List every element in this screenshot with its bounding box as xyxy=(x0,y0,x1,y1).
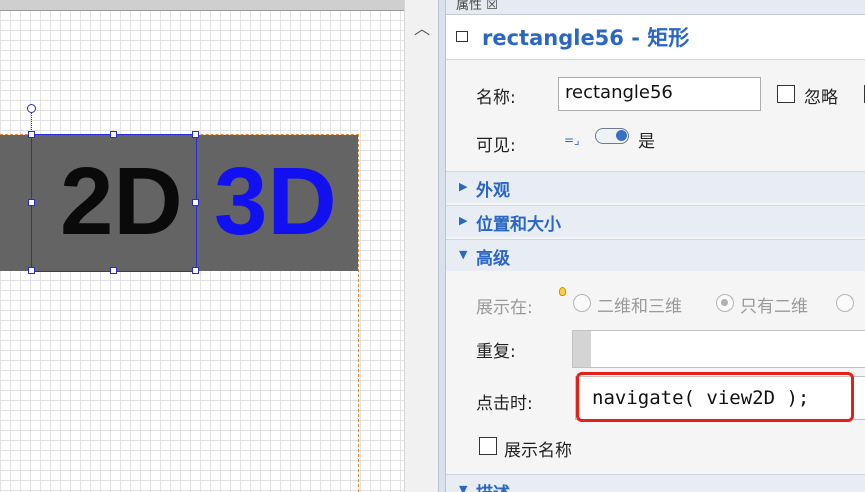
properties-header: rectangle56 - 矩形 xyxy=(446,15,865,60)
resize-handle-right[interactable] xyxy=(192,199,199,206)
rotation-handle[interactable] xyxy=(27,104,36,113)
rectangle-icon xyxy=(456,31,468,42)
visible-value: 是 xyxy=(638,132,655,152)
chevron-down-icon: ▼ xyxy=(459,248,468,261)
section-title: 外观 xyxy=(476,181,510,201)
ignore-label: 忽略 xyxy=(804,88,838,108)
radio-2d-only-label: 只有二维 xyxy=(740,297,808,317)
chevron-right-icon: ▶ xyxy=(459,180,468,193)
text-3d[interactable]: 3D xyxy=(214,147,337,257)
chevron-down-icon: ▼ xyxy=(459,483,468,492)
toggle-knob xyxy=(616,130,627,141)
section-title: 描述 xyxy=(476,479,510,492)
name-field[interactable]: rectangle56 xyxy=(558,77,761,111)
repeat-field[interactable] xyxy=(572,330,865,368)
resize-handle-left[interactable] xyxy=(28,199,35,206)
resize-handle-bottom-right[interactable] xyxy=(192,267,199,274)
radio-2d-and-3d[interactable] xyxy=(573,294,591,312)
tab-properties[interactable]: 属性 ☒ xyxy=(448,0,506,14)
radio-2d-only[interactable] xyxy=(716,294,734,312)
repeat-field-gutter xyxy=(573,331,591,367)
section-title: 位置和大小 xyxy=(476,215,561,235)
chevron-right-icon: ▶ xyxy=(459,214,468,227)
radio-3d-only[interactable] xyxy=(836,294,854,312)
visible-label: 可见: xyxy=(476,136,516,156)
radio-2d-and-3d-label: 二维和三维 xyxy=(597,297,682,317)
resize-handle-top-left[interactable] xyxy=(28,131,35,138)
selection-box-rectangle56[interactable] xyxy=(31,134,197,272)
scroll-up-icon[interactable]: ︿ xyxy=(413,20,431,38)
section-title: 高级 xyxy=(476,249,510,269)
dynamic-value-icon[interactable]: =⌟ xyxy=(564,133,580,147)
hint-bulb-icon xyxy=(559,287,566,296)
section-position-size[interactable]: ▶ 位置和大小 xyxy=(446,205,865,237)
object-title: rectangle56 - 矩形 xyxy=(482,26,690,50)
section-description[interactable]: ▼ 描述 xyxy=(446,474,865,492)
resize-handle-bottom-left[interactable] xyxy=(28,267,35,274)
name-label: 名称: xyxy=(476,88,516,108)
show-name-label: 展示名称 xyxy=(504,441,572,461)
show-in-label: 展示在: xyxy=(476,298,533,318)
graphical-editor-canvas[interactable]: 2D 3D xyxy=(0,0,404,492)
radio-selected-dot xyxy=(721,299,728,306)
resize-handle-bottom[interactable] xyxy=(110,267,117,274)
canvas-ruler xyxy=(0,0,404,11)
section-appearance[interactable]: ▶ 外观 xyxy=(446,171,865,203)
on-click-label: 点击时: xyxy=(476,394,533,414)
show-name-checkbox[interactable] xyxy=(479,437,497,455)
properties-tab-bar: 属性 ☒ xyxy=(446,0,865,15)
panel-splitter[interactable] xyxy=(438,0,446,492)
resize-handle-top[interactable] xyxy=(110,131,117,138)
visible-toggle[interactable] xyxy=(595,128,629,144)
annotation-highlight xyxy=(576,372,854,422)
repeat-label: 重复: xyxy=(476,342,516,362)
section-advanced[interactable]: ▼ 高级 xyxy=(446,239,865,271)
page-border-right xyxy=(358,134,359,492)
resize-handle-top-right[interactable] xyxy=(192,131,199,138)
canvas-vertical-scrollbar[interactable]: ︿ xyxy=(404,0,439,492)
ignore-checkbox[interactable] xyxy=(777,85,795,103)
